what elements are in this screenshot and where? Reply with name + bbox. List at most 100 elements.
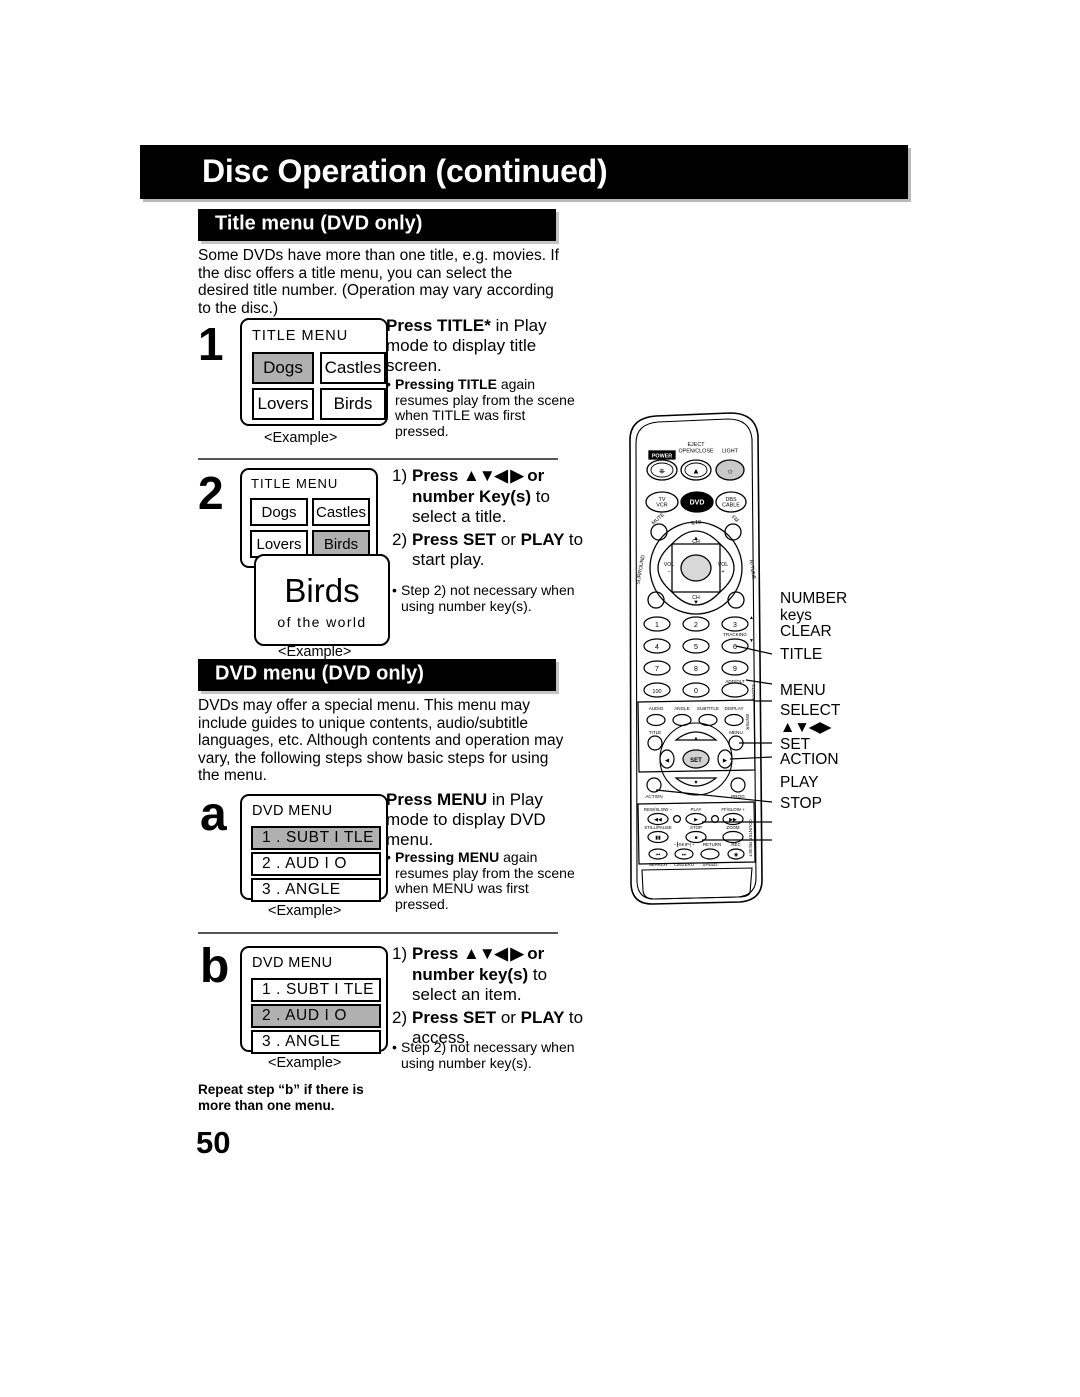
menu-cell-dogs[interactable]: Dogs (252, 352, 314, 384)
callout-action: ACTION (780, 751, 839, 768)
dvd-menu-item-subtitle[interactable]: 1 . SUBT I TLE (251, 826, 381, 850)
svg-text:0: 0 (694, 688, 698, 695)
svg-text:8: 8 (694, 666, 698, 673)
svg-text:ACTION: ACTION (645, 794, 662, 799)
step-a-instruction-bold: Press MENU (386, 790, 492, 809)
step-a-caption: <Example> (268, 903, 342, 919)
section-heading-title-menu: Title menu (DVD only) (198, 209, 556, 241)
menu-cell-dogs[interactable]: Dogs (250, 498, 308, 526)
svg-text:▶: ▶ (694, 817, 698, 823)
s2-bold-a: Press (412, 466, 464, 485)
svg-text:◀: ◀ (665, 758, 670, 764)
arrow-keys-icon: ▲▼◀ ▶ (463, 466, 524, 485)
svg-text:RETURN: RETURN (703, 842, 721, 847)
s2b-rest-a: or (500, 529, 521, 549)
arrow-keys-icon: ▲▼◀▶ (780, 719, 832, 736)
callout-clear: CLEAR (780, 623, 832, 640)
callout-menu: MENU (780, 682, 826, 699)
svg-text:5: 5 (694, 644, 698, 651)
svg-text:PLAY: PLAY (691, 807, 702, 812)
step-2-marker: 2 (198, 467, 224, 519)
menu-cell-castles[interactable]: Castles (312, 498, 370, 526)
svg-text:SPEED: SPEED (703, 862, 718, 867)
step-1-screen-mock: TITLE MENU Dogs Castles Lovers Birds (240, 318, 388, 426)
step-2-title-overlay: Birds of the world (254, 554, 390, 646)
step-2-note-text: Step 2) not necessary when using number … (401, 582, 575, 614)
sb2-bold-b: PLAY (520, 1007, 569, 1027)
step-b-item-1: 1) Press ▲▼◀ ▶ or number key(s) to selec… (392, 944, 587, 1006)
svg-text:STILL/PAUSE: STILL/PAUSE (644, 825, 672, 830)
svg-text:VOL: VOL (664, 562, 674, 568)
remote-control-diagram: POWER EJECT OPEN/CLOSE LIGHT TV VCR DVD D… (612, 410, 942, 910)
screen-title: TITLE MENU (252, 328, 349, 344)
menu-cell-castles[interactable]: Castles (320, 352, 386, 384)
svg-text:≧10: ≧10 (691, 520, 701, 526)
svg-text:⏮: ⏮ (656, 852, 661, 858)
step-1-marker: 1 (198, 318, 224, 370)
step-b-screen-mock: DVD MENU 1 . SUBT I TLE 2 . AUD I O 3 . … (240, 946, 388, 1054)
svg-text:OPEN/CLOSE: OPEN/CLOSE (678, 449, 713, 455)
sb-bold-a: Press (412, 944, 464, 963)
svg-text:CLEAR: CLEAR (751, 684, 756, 700)
step-2-screen-mock: TITLE MENU Dogs Castles Lovers Birds (240, 468, 378, 568)
sb2-rest-a: or (500, 1007, 521, 1027)
page-title-bar: Disc Operation (continued) (140, 145, 908, 199)
step-a-marker: a (200, 788, 227, 841)
bullet-icon: • (386, 849, 391, 865)
step-b-note-text: Step 2) not necessary when using number … (401, 1039, 575, 1071)
step-divider-2 (198, 932, 558, 934)
svg-text:DVD: DVD (690, 500, 705, 507)
svg-text:R-TUNE: R-TUNE (747, 560, 756, 581)
svg-text:VCR: VCR (656, 503, 667, 509)
step-a-note: • Pressing MENU again resumes play from … (386, 849, 576, 912)
list-number: 2) (392, 529, 408, 549)
svg-text:▼: ▼ (693, 600, 699, 606)
svg-text:2: 2 (694, 622, 698, 629)
dvd-menu-item-angle[interactable]: 3 . ANGLE (251, 1030, 381, 1054)
step-1-instruction-bold: Press TITLE* (386, 316, 496, 335)
svg-text:⎈: ⎈ (659, 467, 666, 476)
step-2-caption: <Example> (278, 644, 352, 660)
step-b-instructions: 1) Press ▲▼◀ ▶ or number key(s) to selec… (392, 944, 587, 1049)
svg-text:LIGHT: LIGHT (722, 449, 739, 455)
step-2-note: • Step 2) not necessary when using numbe… (392, 582, 582, 614)
svg-text:9: 9 (733, 666, 737, 673)
svg-text:▲: ▲ (693, 736, 698, 742)
section-intro-title-menu: Some DVDs have more than one title, e.g.… (198, 247, 559, 317)
section-heading-dvd-menu: DVD menu (DVD only) (198, 659, 556, 691)
bullet-icon: • (392, 582, 397, 598)
svg-text:▮▮: ▮▮ (655, 835, 661, 841)
s2b-bold-a: Press SET (412, 529, 501, 549)
svg-text:DISPLAY: DISPLAY (724, 706, 743, 711)
svg-text:◀◀: ◀◀ (654, 817, 662, 823)
dvd-menu-item-angle[interactable]: 3 . ANGLE (251, 878, 381, 902)
manual-page: Disc Operation (continued) Title menu (D… (0, 0, 1080, 1397)
svg-text:SUBTITLE: SUBTITLE (697, 706, 719, 711)
overlay-subtitle: of the world (277, 614, 367, 630)
step-a-note-bold: Pressing MENU (395, 849, 504, 865)
svg-text:▲: ▲ (692, 467, 700, 476)
dvd-menu-item-subtitle[interactable]: 1 . SUBT I TLE (251, 978, 381, 1002)
list-number: 1) (392, 466, 408, 485)
step-b-note: • Step 2) not necessary when using numbe… (392, 1039, 582, 1071)
page-number: 50 (196, 1125, 231, 1160)
screen-title: DVD MENU (252, 955, 333, 971)
step-b-marker: b (200, 940, 230, 993)
dvd-menu-item-audio[interactable]: 2 . AUD I O (251, 852, 381, 876)
remote-control-svg: POWER EJECT OPEN/CLOSE LIGHT TVVCR DVD D… (629, 412, 773, 905)
menu-cell-lovers[interactable]: Lovers (252, 388, 314, 420)
svg-text:4: 4 (655, 644, 659, 651)
svg-text:▼: ▼ (693, 780, 698, 786)
svg-text:100: 100 (652, 689, 661, 695)
step-2-item-2: 2) Press SET or PLAY to start play. (392, 530, 587, 571)
svg-text:3: 3 (733, 622, 737, 629)
callout-select-line1: SELECT (780, 702, 841, 719)
step-2-instructions: 1) Press ▲▼◀ ▶ or number Key(s) to selec… (392, 466, 587, 571)
list-number: 1) (392, 944, 408, 963)
dvd-menu-item-audio[interactable]: 2 . AUD I O (251, 1004, 381, 1028)
svg-text:CM/ZERO: CM/ZERO (674, 862, 695, 867)
svg-text:FF/SLOW +: FF/SLOW + (721, 807, 745, 812)
svg-text:ADD/DLT: ADD/DLT (725, 679, 745, 684)
menu-cell-birds[interactable]: Birds (320, 388, 386, 420)
svg-text:6: 6 (733, 644, 737, 651)
